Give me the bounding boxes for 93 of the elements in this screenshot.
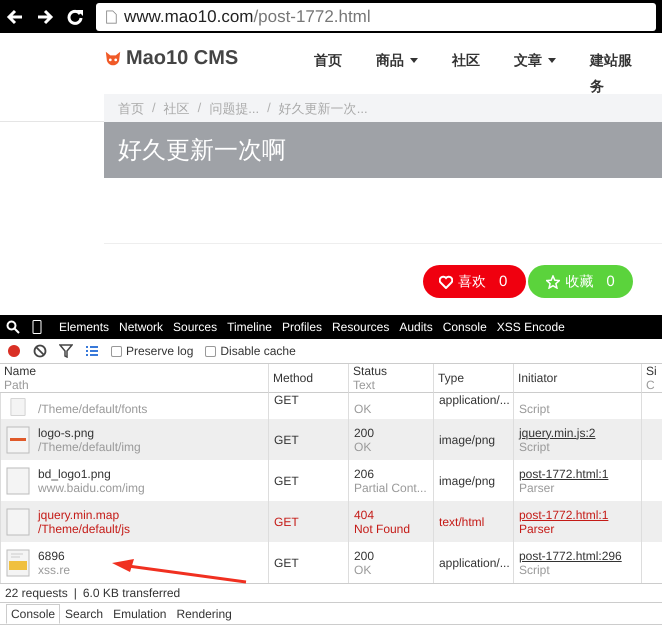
initiator-kind: Script [519,440,551,454]
status-text: OK [354,402,372,416]
checkbox[interactable] [205,346,216,356]
back-icon[interactable] [6,8,24,26]
nav-link[interactable]: 文章 [514,47,574,73]
reload-icon[interactable] [66,8,84,26]
nav-link[interactable]: 商品 [376,47,436,73]
initiator-kind: Script [519,562,551,576]
status-code: 206 [354,466,376,480]
panel-tab[interactable]: XSS Encode [492,320,570,334]
drawer-tab[interactable]: Emulation [108,604,172,624]
type-cell-text: image/png [439,432,496,446]
status-code: 404 [354,508,376,522]
search-icon[interactable] [6,320,20,334]
panel-tab[interactable]: Console [438,320,492,334]
type-cell: application/... [439,556,508,570]
drawer-tab[interactable]: Rendering [171,604,237,624]
panel-tab[interactable]: Resources [327,320,394,334]
checkbox[interactable] [111,346,122,356]
cat-logo-icon [104,50,122,68]
forward-icon[interactable] [36,8,54,26]
summary-text: 6.0 KB transferred [82,586,180,600]
method-cell-text: GET [274,556,300,570]
request-path: www.baidu.com/img [38,480,145,494]
file-icon [6,466,30,494]
request-name[interactable]: 6896 [38,548,70,562]
column-header[interactable]: Name Path [0,364,268,393]
star-icon [546,274,560,288]
status-text: Partial Cont... [354,480,428,494]
file-icon [6,548,30,576]
request-path: /Theme/default/fonts [38,402,148,416]
initiator-kind: Parser [519,522,556,536]
request-path: xss.re [38,562,70,576]
initiator-link[interactable]: jquery.min.js:2 [519,426,636,440]
request-name[interactable]: logo-s.png [38,426,141,440]
breadcrumb-separator: / [198,100,202,117]
record-icon[interactable] [7,344,21,358]
status-code: 200 [354,426,376,440]
file-icon [6,426,30,454]
method-cell-text: GET [274,432,300,446]
panel-tab[interactable]: Audits [394,320,438,334]
summary-text: 22 requests [5,586,68,600]
column-header[interactable]: Si C [641,364,662,393]
heart-icon [439,274,453,288]
initiator-link[interactable]: post-1772.html:296 [519,548,636,562]
request-name[interactable]: bd_logo1.png [38,466,145,480]
status-code: 200 [354,548,376,562]
separator: | [74,586,77,600]
type-cell-text: text/html [439,514,486,528]
column-header[interactable]: Status Text [348,364,433,393]
clear-icon[interactable] [33,344,47,358]
filter-icon[interactable] [59,344,73,358]
column-header[interactable]: Method [268,364,348,393]
initiator-kind: Script [519,402,551,416]
logo-text: Mao10 CMS [126,47,238,70]
request-name[interactable]: jquery.min.map [38,508,130,522]
url-text: www.mao10.com/post-1772.html [124,6,371,26]
request-path: /Theme/default/js [38,522,130,536]
status-text: OK [354,562,372,576]
list-view-icon[interactable] [85,344,99,358]
initiator-link[interactable]: post-1772.html:1 [519,508,636,522]
checkbox-label: Disable cache [220,344,296,358]
file-icon [6,508,30,536]
status-text: OK [354,440,372,454]
type-cell: application/... [439,393,508,407]
breadcrumb-separator: / [152,100,156,117]
drawer-tab[interactable]: Search [60,604,108,624]
phone-icon[interactable] [30,320,44,334]
nav-link[interactable]: 首页 [314,47,360,73]
breadcrumb-separator: / [267,100,271,117]
column-header[interactable]: Type [433,364,513,393]
post-title: 好久更新一次啊 [118,136,286,166]
initiator-link[interactable]: post-1772.html:1 [519,466,636,480]
request-path: /Theme/default/img [38,440,141,454]
like-button[interactable]: 喜欢 0 [423,265,526,298]
method-cell-text: GET [274,474,300,488]
panel-tab[interactable]: Elements [54,320,114,334]
checkbox-label: Preserve log [126,344,194,358]
panel-tab[interactable]: Network [114,320,168,334]
address-bar[interactable]: www.mao10.com/post-1772.html [96,2,656,30]
column-header[interactable]: Initiator [513,364,641,393]
initiator-kind: Parser [519,480,556,494]
panel-tab[interactable]: Profiles [276,320,327,334]
status-text: Not Found [354,522,412,536]
nav-link[interactable]: 社区 [452,47,498,73]
page-icon [104,10,118,24]
drawer-tab[interactable]: Console [6,604,60,624]
type-cell-text: image/png [439,474,496,488]
method-cell-text: GET [274,393,300,407]
panel-tab[interactable]: Sources [168,320,222,334]
nav-link[interactable]: 建站服务 [590,47,642,99]
method-cell-text: GET [274,514,300,528]
panel-tab[interactable]: Timeline [222,320,277,334]
